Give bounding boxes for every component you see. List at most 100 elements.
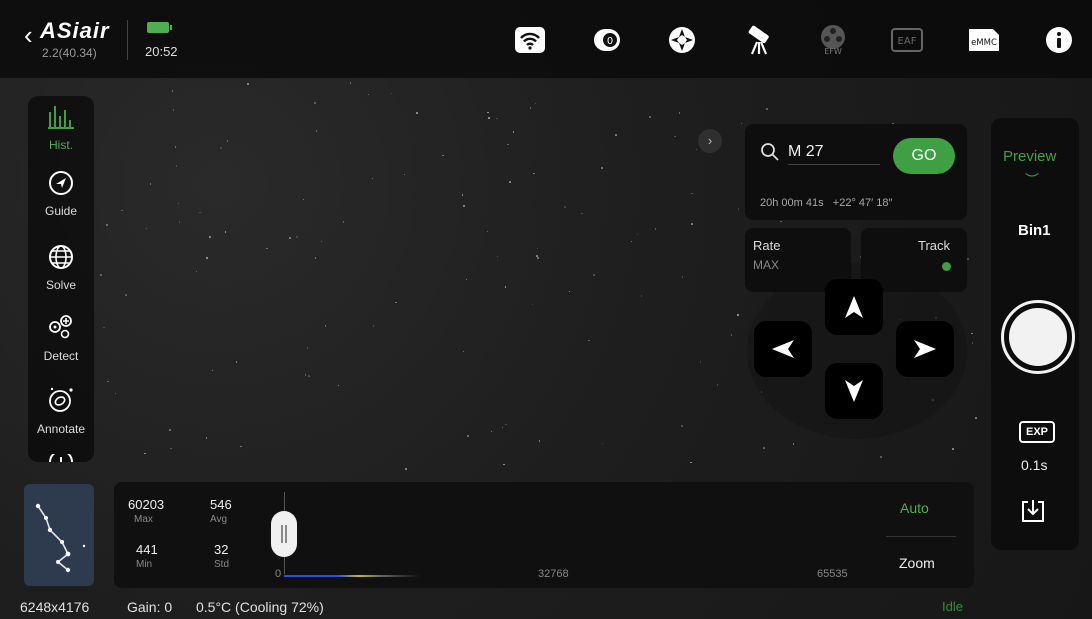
star: [766, 108, 768, 110]
wifi-icon[interactable]: [512, 22, 548, 58]
star: [737, 314, 739, 316]
sidebar-item-label: Guide: [44, 204, 78, 218]
target-dec: +22° 47′ 18″: [832, 197, 893, 209]
star: [529, 107, 532, 109]
star: [224, 231, 227, 233]
rate-label: Rate: [753, 238, 781, 253]
mode-selector[interactable]: Preview: [1003, 148, 1056, 165]
star: [601, 167, 603, 169]
arrow-right-icon: [914, 340, 936, 358]
star: [403, 173, 406, 176]
histogram-curve: [284, 575, 420, 577]
emmc-icon[interactable]: eMMC: [966, 22, 1002, 58]
save-download-icon[interactable]: [1020, 498, 1046, 524]
constellation-thumbnail[interactable]: [24, 484, 94, 586]
shutter-button[interactable]: [1001, 300, 1075, 374]
star: [640, 295, 643, 297]
star: [100, 274, 102, 276]
detect-icon: [49, 315, 72, 339]
star: [952, 448, 954, 450]
star: [509, 181, 511, 183]
track-label: Track: [918, 238, 951, 253]
star: [975, 417, 977, 419]
star: [496, 117, 498, 120]
goto-button[interactable]: GO: [893, 138, 955, 174]
guide-icon: [49, 171, 73, 195]
eaf-icon[interactable]: EAF: [889, 22, 925, 58]
stat-max: 60203 Max: [128, 497, 164, 525]
star: [763, 447, 765, 449]
stat-avg-value: 546: [210, 497, 232, 512]
slew-east-button[interactable]: [896, 321, 954, 377]
camera-icon[interactable]: 0: [589, 22, 625, 58]
chevron-down-icon[interactable]: ︶: [1025, 170, 1039, 190]
info-icon[interactable]: [1041, 22, 1077, 58]
slew-west-button[interactable]: [754, 321, 812, 377]
stat-avg-label: Avg: [210, 514, 228, 525]
exposure-icon[interactable]: EXP: [1019, 421, 1055, 443]
hist-divider: [886, 536, 956, 537]
arrow-down-icon: [845, 380, 863, 402]
stat-max-value: 60203: [128, 497, 165, 512]
star: [971, 342, 974, 344]
arrow-left-icon: [772, 340, 794, 358]
sidebar-item-hist[interactable]: Hist.: [28, 104, 94, 152]
target-search-input[interactable]: [788, 140, 880, 165]
star: [125, 294, 127, 296]
expand-panel-chevron-icon[interactable]: ›: [698, 129, 722, 153]
star: [206, 257, 208, 259]
star: [588, 339, 590, 342]
stat-min: 441 Min: [136, 542, 158, 570]
back-chevron-icon[interactable]: ‹: [24, 22, 33, 48]
stat-avg: 546 Avg: [210, 497, 232, 525]
star: [416, 112, 418, 114]
star: [289, 237, 291, 239]
exposure-value[interactable]: 0.1s: [1021, 457, 1047, 473]
slew-south-button[interactable]: [825, 363, 883, 419]
sidebar-item-guide[interactable]: Guide: [28, 170, 94, 218]
star: [496, 255, 499, 258]
star: [681, 276, 684, 278]
histogram-icon: [48, 106, 74, 129]
star: [442, 154, 444, 157]
sidebar-item-solve[interactable]: Solve: [28, 244, 94, 292]
star: [220, 147, 222, 149]
arrow-up-icon: [845, 296, 863, 318]
star: [581, 212, 583, 214]
stat-std-value: 32: [214, 542, 229, 557]
star: [615, 134, 617, 136]
star: [467, 435, 469, 437]
star: [501, 426, 503, 429]
sidebar-item-annotate[interactable]: Annotate: [28, 386, 94, 436]
star: [531, 303, 534, 305]
star: [266, 247, 268, 250]
left-toolbar: Hist. Guide Solve Detect Annotate: [28, 96, 94, 462]
histogram-stretch-handle[interactable]: [271, 511, 297, 557]
sidebar-item-detect[interactable]: Detect: [28, 313, 94, 363]
telescope-icon[interactable]: [741, 22, 777, 58]
guide-scope-icon[interactable]: [664, 22, 700, 58]
app-logo: ASiair: [40, 18, 110, 43]
efw-icon[interactable]: EFW: [815, 22, 851, 58]
star: [405, 468, 407, 470]
star: [537, 257, 539, 259]
star: [247, 83, 249, 85]
hist-tick-min: 0: [275, 568, 282, 580]
star: [461, 194, 464, 196]
rate-value: MAX: [753, 258, 780, 272]
star: [691, 223, 693, 225]
more-tools-icon[interactable]: [48, 454, 74, 462]
auto-stretch-button[interactable]: Auto: [900, 500, 929, 516]
bin-selector[interactable]: Bin1: [1018, 222, 1051, 239]
status-gain: Gain: 0: [127, 599, 173, 615]
star: [314, 102, 316, 104]
star: [593, 274, 595, 276]
star: [463, 205, 465, 207]
star: [199, 211, 201, 214]
slew-north-button[interactable]: [825, 279, 883, 335]
sidebar-item-label: Annotate: [36, 422, 86, 436]
target-ra: 20h 00m 41s: [760, 197, 824, 209]
star: [296, 236, 298, 238]
zoom-button[interactable]: Zoom: [899, 555, 935, 571]
star: [178, 221, 181, 223]
